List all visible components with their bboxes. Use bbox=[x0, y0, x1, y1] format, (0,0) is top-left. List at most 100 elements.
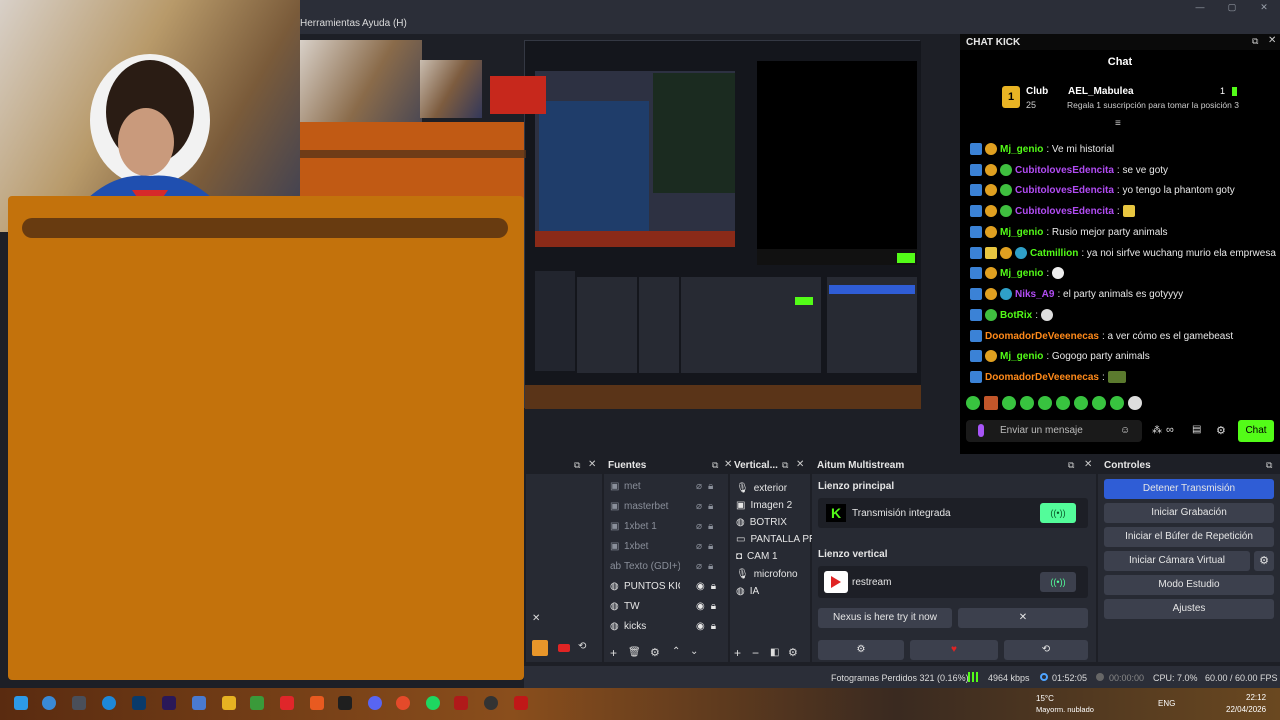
chat-username[interactable]: DoomadorDeVeeenecas bbox=[985, 331, 1099, 342]
emote-icon[interactable] bbox=[966, 396, 980, 410]
gear-icon[interactable]: ⚙ bbox=[1216, 424, 1226, 437]
emote-icon[interactable] bbox=[1074, 396, 1088, 410]
chat-username[interactable]: BotRix bbox=[1000, 310, 1032, 321]
multistream-share-button[interactable]: ⟲ bbox=[1004, 640, 1088, 660]
chat-username[interactable]: Mj_genio bbox=[1000, 227, 1043, 238]
multistream-heart-button[interactable]: ♥ bbox=[910, 640, 998, 660]
nexus-button[interactable]: Nexus is here try it now bbox=[818, 608, 952, 628]
store-icon[interactable]: ▤ bbox=[1192, 424, 1201, 435]
move-up-icon[interactable]: ⌃ bbox=[672, 646, 680, 657]
source-item[interactable]: ▣ 1xbet ⌀ 🔒︎ bbox=[610, 537, 713, 555]
store-icon[interactable] bbox=[192, 696, 206, 710]
minimize-button[interactable]: — bbox=[1184, 0, 1216, 14]
source-item[interactable]: ▣ 1xbet 1 ⌀ 🔒︎ bbox=[610, 517, 713, 535]
vertical-source-item[interactable]: ▣ Imagen 2 bbox=[736, 497, 792, 513]
chat-send-button[interactable]: Chat bbox=[1238, 420, 1274, 442]
gear-icon[interactable]: ⚙ bbox=[650, 646, 660, 659]
hidden-eye-icon[interactable]: ⌀ bbox=[696, 501, 702, 512]
search-icon[interactable] bbox=[42, 696, 56, 710]
refresh-icon[interactable]: ⟲ bbox=[578, 641, 586, 652]
brave-icon[interactable] bbox=[310, 696, 324, 710]
lock-icon[interactable]: 🔒︎ bbox=[708, 501, 713, 512]
emote-icon[interactable] bbox=[1038, 396, 1052, 410]
chat-username[interactable]: Niks_A9 bbox=[1015, 289, 1054, 300]
folder-icon[interactable] bbox=[222, 696, 236, 710]
virtual-camera-gear-icon[interactable]: ⚙ bbox=[1254, 551, 1274, 571]
emote-icon[interactable] bbox=[1002, 396, 1016, 410]
app-icon[interactable] bbox=[280, 696, 294, 710]
close-dock-icon[interactable]: ✕ bbox=[588, 459, 596, 470]
emoji-icon[interactable]: ☺ bbox=[1120, 425, 1130, 436]
float-dock-icon[interactable]: ⧉ bbox=[1266, 460, 1272, 471]
hidden-eye-icon[interactable]: ⌀ bbox=[696, 561, 702, 572]
vertical-source-item[interactable]: ◍ BOTRIX bbox=[736, 514, 787, 530]
photoshop-icon[interactable] bbox=[132, 696, 146, 710]
emote-icon[interactable] bbox=[1092, 396, 1106, 410]
premiere-icon[interactable] bbox=[162, 696, 176, 710]
clock-date[interactable]: 22/04/2026 bbox=[1226, 705, 1266, 714]
users-icon[interactable]: ⁂ bbox=[1152, 425, 1162, 436]
close-dock-icon[interactable]: ✕ bbox=[724, 459, 732, 470]
float-dock-icon[interactable]: ⧉ bbox=[1068, 460, 1074, 471]
multistream-settings-button[interactable]: ⚙ bbox=[818, 640, 904, 660]
hidden-eye-icon[interactable]: ⌀ bbox=[696, 541, 702, 552]
menu-herramientas[interactable]: Herramientas bbox=[300, 18, 360, 29]
discord-icon[interactable] bbox=[368, 696, 382, 710]
app-icon[interactable] bbox=[514, 696, 528, 710]
float-dock-icon[interactable]: ⧉ bbox=[782, 460, 788, 471]
emote-icon[interactable] bbox=[1110, 396, 1124, 410]
lock-icon[interactable]: 🔒︎ bbox=[708, 561, 713, 572]
close-icon[interactable]: ✕ bbox=[532, 613, 540, 624]
eye-icon[interactable]: ◉ bbox=[696, 581, 705, 592]
source-item[interactable]: ◍ TW ◉ 🔒︎ bbox=[610, 597, 716, 615]
emote-icon[interactable] bbox=[1128, 396, 1142, 410]
hidden-eye-icon[interactable]: ⌀ bbox=[696, 481, 702, 492]
voicemeeter-icon[interactable] bbox=[454, 696, 468, 710]
menu-ayuda[interactable]: Ayuda (H) bbox=[362, 18, 407, 29]
close-window-button[interactable]: ✕ bbox=[1248, 0, 1280, 14]
hidden-eye-icon[interactable]: ⌀ bbox=[696, 521, 702, 532]
remove-source-icon[interactable]: − bbox=[752, 646, 759, 660]
float-dock-icon[interactable]: ⧉ bbox=[574, 460, 580, 471]
lock-icon[interactable]: 🔒︎ bbox=[711, 581, 716, 592]
obs-icon[interactable] bbox=[484, 696, 498, 710]
infinity-icon[interactable]: ∞ bbox=[1166, 424, 1174, 436]
float-dock-icon[interactable]: ⧉ bbox=[712, 460, 718, 471]
chat-username[interactable]: Mj_genio bbox=[1000, 351, 1043, 362]
studio-mode-button[interactable]: Modo Estudio bbox=[1104, 575, 1274, 595]
close-dock-icon[interactable]: ✕ bbox=[1268, 35, 1276, 46]
gear-icon[interactable]: ⚙ bbox=[788, 646, 798, 659]
chat-username[interactable]: DoomadorDeVeeenecas bbox=[985, 372, 1099, 383]
emote-icon[interactable] bbox=[984, 396, 998, 410]
close-dock-icon[interactable]: ✕ bbox=[1084, 459, 1092, 470]
chat-menu-icon[interactable]: ≡ bbox=[1115, 118, 1121, 129]
language-indicator[interactable]: ENG bbox=[1158, 699, 1175, 708]
vertical-source-item[interactable]: ▭ PANTALLA PR bbox=[736, 531, 816, 547]
chat-username[interactable]: CubitolovesEdencita bbox=[1015, 165, 1114, 176]
eye-icon[interactable]: ◉ bbox=[696, 601, 705, 612]
source-item[interactable]: ▣ masterbet ⌀ 🔒︎ bbox=[610, 497, 713, 515]
source-item[interactable]: abTexto (GDI+) 2⌀🔒︎ bbox=[610, 557, 713, 575]
close-dock-icon[interactable]: ✕ bbox=[796, 459, 804, 470]
task-view-icon[interactable] bbox=[72, 696, 86, 710]
add-source-icon[interactable]: + bbox=[734, 646, 741, 660]
chrome-icon[interactable] bbox=[396, 696, 410, 710]
move-down-icon[interactable]: ⌄ bbox=[690, 646, 698, 657]
start-virtual-camera-button[interactable]: Iniciar Cámara Virtual bbox=[1104, 551, 1250, 571]
stream-active-toggle[interactable]: ((•)) bbox=[1040, 503, 1076, 523]
dismiss-nexus-button[interactable]: ✕ bbox=[958, 608, 1088, 628]
vertical-source-item[interactable]: 🎙︎ microfono bbox=[736, 566, 798, 582]
chat-username[interactable]: Mj_genio bbox=[1000, 144, 1043, 155]
app-icon[interactable] bbox=[338, 696, 352, 710]
settings-button[interactable]: Ajustes bbox=[1104, 599, 1274, 619]
source-item[interactable]: ◍PUNTOS KICK◉🔒︎ bbox=[610, 577, 716, 595]
chat-username[interactable]: Catmillion bbox=[1030, 248, 1078, 259]
edge-icon[interactable] bbox=[102, 696, 116, 710]
chat-username[interactable]: CubitolovesEdencita bbox=[1015, 185, 1114, 196]
trash-icon[interactable]: 🗑︎ bbox=[628, 647, 641, 658]
stream-toggle[interactable]: ((•)) bbox=[1040, 572, 1076, 592]
eye-icon[interactable]: ◉ bbox=[696, 621, 705, 632]
clock-time[interactable]: 22:12 bbox=[1246, 693, 1266, 702]
lock-icon[interactable]: 🔒︎ bbox=[711, 621, 716, 632]
vertical-source-item[interactable]: 🎙︎ exterior bbox=[736, 480, 787, 496]
